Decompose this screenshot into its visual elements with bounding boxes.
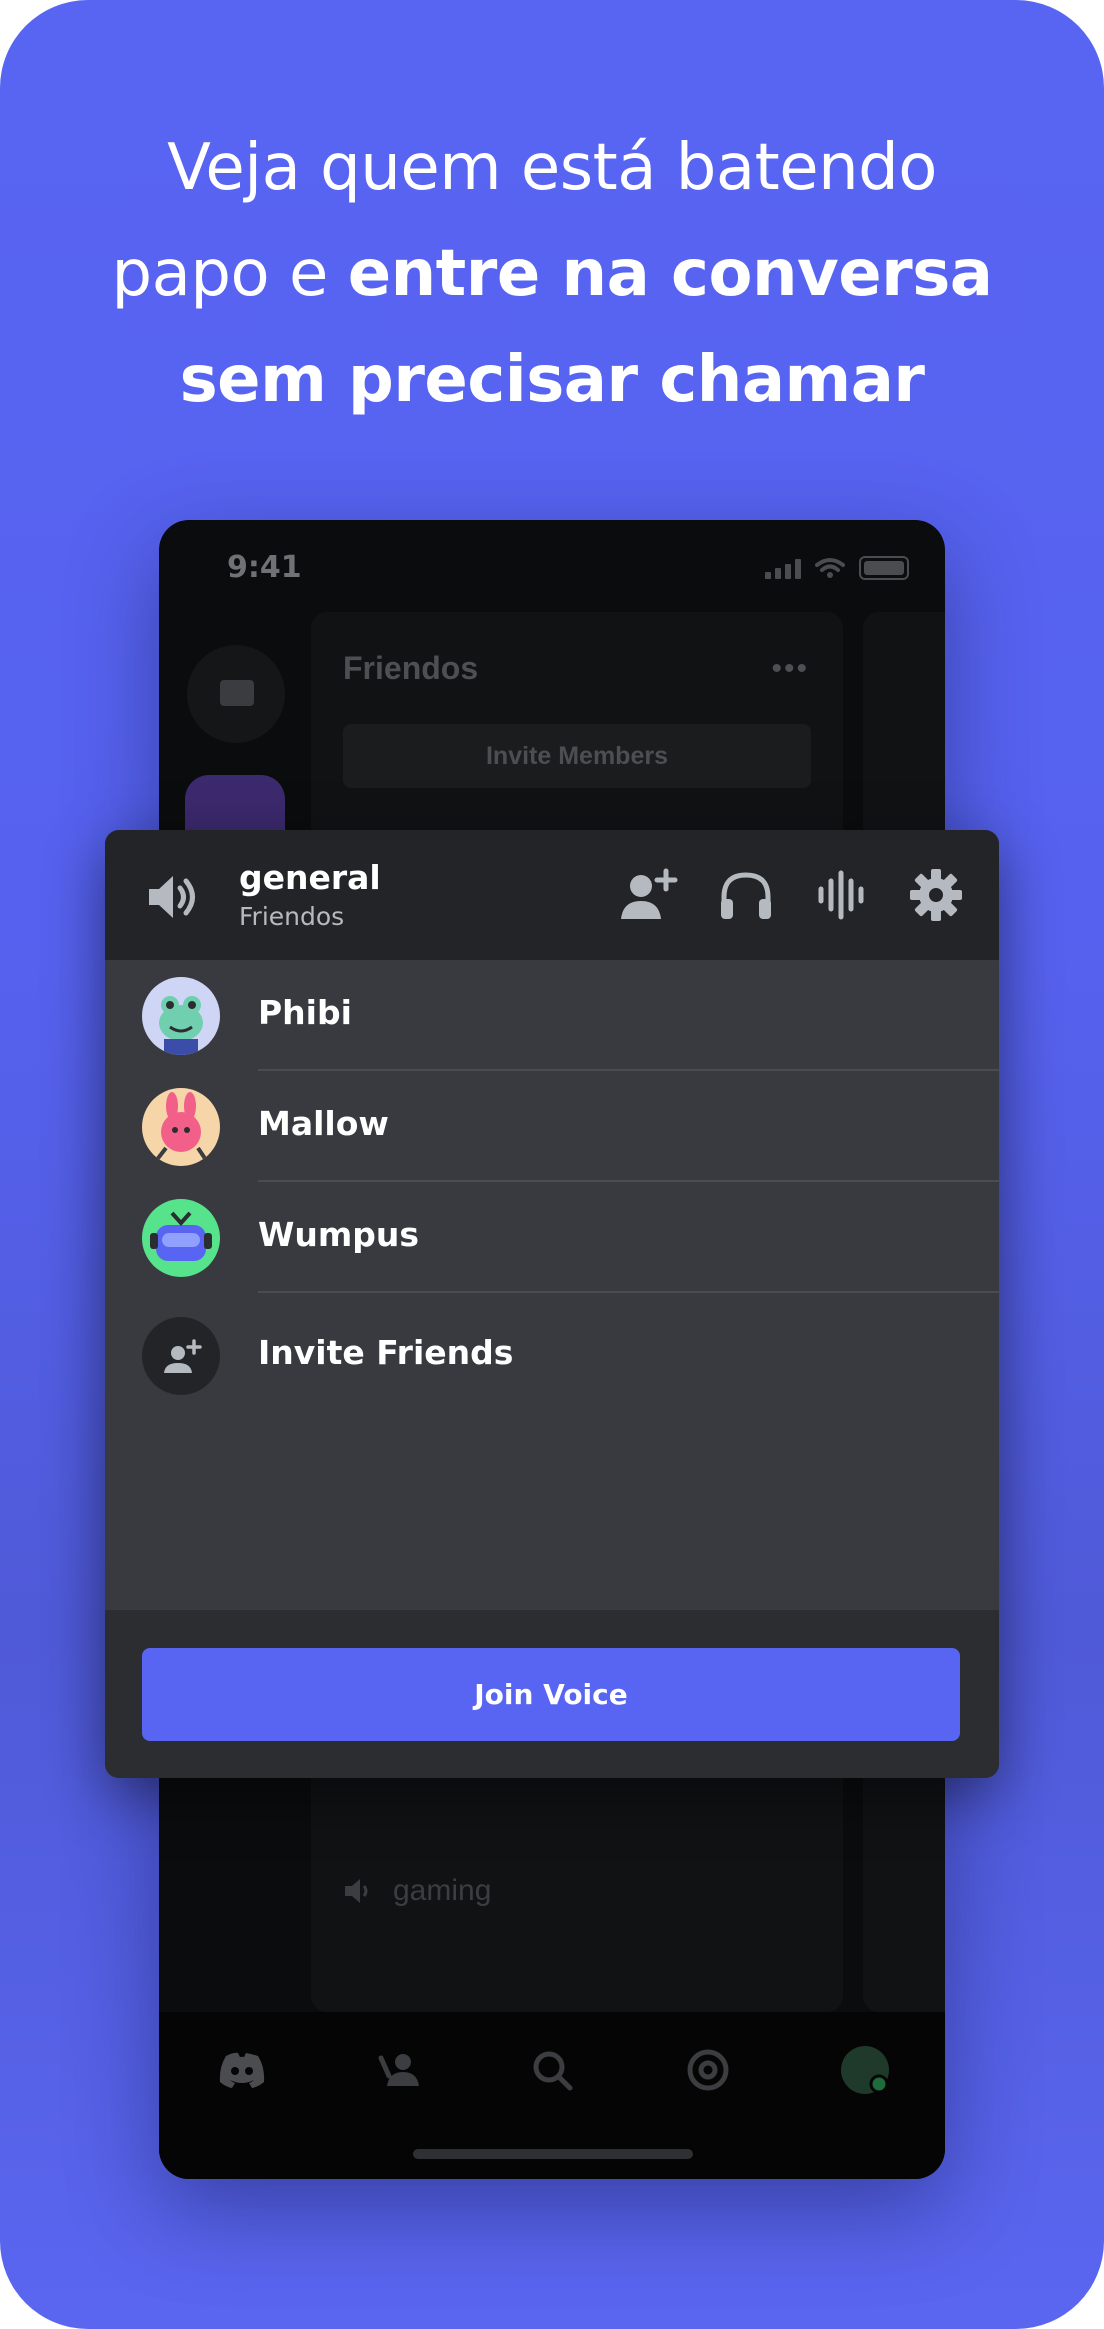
member-row[interactable]: Mallow [105,1071,999,1182]
settings-button[interactable] [905,864,967,926]
member-row[interactable]: Wumpus [105,1182,999,1293]
voice-activity-button[interactable] [810,864,872,926]
bunny-avatar-icon [142,1088,220,1166]
add-user-icon [621,868,678,919]
status-icons [765,556,909,580]
tab-bar [159,2012,945,2179]
channel-gaming[interactable]: gaming [343,1874,491,1908]
invite-friends-icon-circle [142,1317,220,1395]
invite-members-button[interactable]: Invite Members [343,724,811,788]
headline-line-3: sem precisar chamar [0,327,1104,433]
server-title: Friendos [343,650,479,686]
tab-profile[interactable] [835,2040,895,2100]
member-name: Mallow [258,1104,389,1143]
wifi-icon [815,558,845,578]
gear-icon [910,869,962,921]
signal-icon [765,557,801,579]
channel-server-name: Friendos [239,902,345,931]
tab-friends[interactable] [370,2040,430,2100]
headline-line-2-normal: papo e [111,237,348,311]
channel-gaming-label: gaming [393,1874,492,1907]
frog-avatar-icon [142,977,220,1055]
avatar [142,1088,220,1166]
member-name: Wumpus [258,1215,420,1254]
headline-line-1: Veja quem está batendo [167,131,937,205]
avatar [142,977,220,1055]
invite-friends-row[interactable]: Invite Friends [105,1300,999,1411]
add-user-button[interactable] [618,864,680,926]
member-row[interactable]: Phibi [105,960,999,1071]
search-icon [533,2051,573,2091]
tab-search[interactable] [522,2040,582,2100]
tab-mentions[interactable] [678,2040,738,2100]
member-name: Phibi [258,993,352,1032]
avatar [142,1199,220,1277]
voice-activity-icon [818,870,864,920]
at-sign-icon [687,2049,729,2091]
direct-messages-button[interactable] [187,645,285,743]
add-friend-icon [164,1339,202,1373]
chat-bubble-icon [220,680,254,706]
home-indicator [413,2149,693,2159]
headline-line-2: papo e entre na conversa [0,221,1104,327]
voice-channel-popup: general Friendos Phibi Mallow Wumpus Inv… [105,830,999,1778]
invite-friends-label: Invite Friends [258,1333,514,1372]
headline-line-3-bold: sem precisar chamar [179,343,925,417]
more-options-icon[interactable]: ••• [771,652,809,686]
speaker-icon [149,876,195,918]
divider [258,1291,999,1293]
headline-line-2-bold: entre na conversa [347,237,993,311]
headphones-icon [721,872,771,919]
discord-logo-icon [219,2052,265,2088]
battery-icon [859,556,909,580]
wumpus-avatar-icon [142,1199,220,1277]
voice-popup-header: general Friendos [105,830,999,960]
speaker-icon [345,1879,368,1903]
promo-background: Veja quem está batendo papo e entre na c… [0,0,1104,2329]
headline: Veja quem está batendo papo e entre na c… [0,115,1104,433]
channel-name: general [239,858,381,897]
friends-icon [378,2054,419,2086]
tab-home[interactable] [212,2040,272,2100]
headphones-button[interactable] [715,864,777,926]
status-time: 9:41 [227,550,302,585]
join-voice-button[interactable]: Join Voice [142,1648,960,1741]
profile-avatar-icon [841,2046,889,2094]
